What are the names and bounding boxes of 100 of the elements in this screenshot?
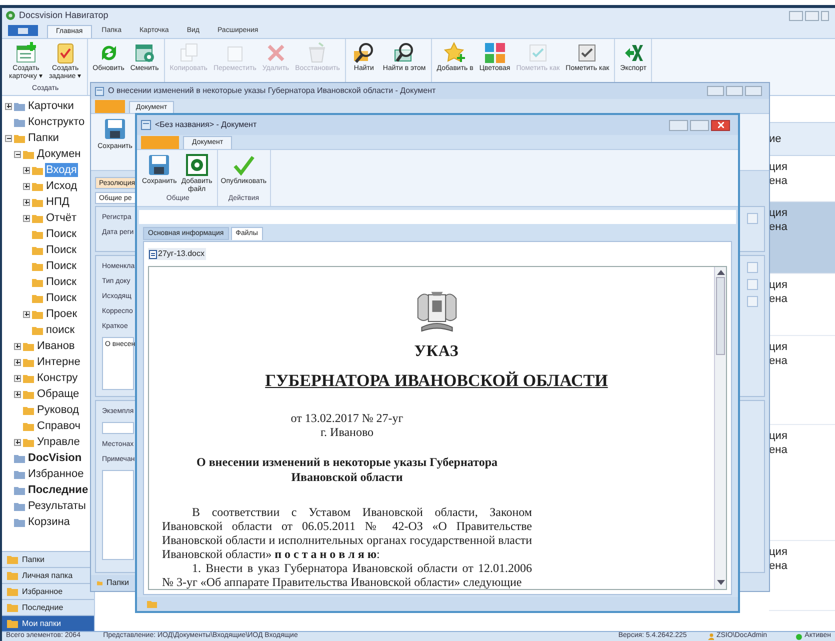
minimize-button[interactable]: [669, 120, 688, 130]
folder-icon: [32, 230, 43, 238]
folder-icon: [14, 454, 25, 462]
folder-icon: [23, 406, 34, 414]
list-cell-text: ена: [769, 292, 788, 306]
tree-item[interactable]: Докумен: [36, 147, 82, 161]
folder-icon: [32, 310, 43, 318]
folder-icon: [23, 342, 34, 350]
tree-item[interactable]: Поиск: [45, 227, 78, 241]
folders-pane[interactable]: Папки: [91, 575, 135, 591]
list-cell-text: ена: [769, 354, 788, 368]
folder-icon: [32, 198, 43, 206]
file-item[interactable]: 27уг-13.docx: [148, 248, 206, 260]
expander-button[interactable]: [23, 166, 30, 174]
expander-button[interactable]: [14, 358, 21, 366]
minimize-button[interactable]: [707, 86, 724, 96]
expander-button[interactable]: [14, 390, 21, 398]
scrollbar[interactable]: [714, 267, 726, 589]
list-cell-text: ция: [769, 160, 788, 174]
tree-item[interactable]: Констру: [36, 371, 79, 385]
column-header[interactable]: ие: [769, 122, 835, 156]
clear-button[interactable]: [747, 262, 758, 273]
tree-item[interactable]: Результаты: [27, 499, 87, 513]
folder-icon: [32, 246, 43, 254]
expander-button[interactable]: [5, 102, 12, 110]
clear-button[interactable]: [747, 296, 758, 307]
expander-button[interactable]: [14, 438, 21, 446]
tree-item[interactable]: Поиск: [45, 291, 78, 305]
tree-item[interactable]: Справоч: [36, 419, 82, 433]
folder-icon: [23, 150, 34, 158]
folder-icon: [14, 102, 25, 110]
document-icon: [141, 120, 151, 130]
tree-item[interactable]: Проек: [45, 307, 78, 321]
tree-item[interactable]: Поиск: [45, 275, 78, 289]
list-cell-text: ция: [769, 278, 788, 292]
nav-pane-button[interactable]: Последние: [2, 599, 94, 615]
folder-icon: [14, 134, 25, 142]
input-field[interactable]: [102, 422, 134, 434]
scroll-up-icon[interactable]: [716, 269, 724, 275]
list-cell-text: ция: [769, 340, 788, 354]
tree-item[interactable]: DocVision: [27, 451, 83, 465]
tree-item[interactable]: поиск: [45, 323, 76, 337]
tree-item[interactable]: Поиск: [45, 243, 78, 257]
folder-icon: [32, 262, 43, 270]
tree-item[interactable]: Интерне: [36, 355, 82, 369]
minimize-button[interactable]: [789, 10, 803, 20]
tree-item[interactable]: Иванов: [36, 339, 76, 353]
folder-icon: [14, 518, 25, 526]
expander-button[interactable]: [14, 342, 21, 350]
list-cell-text: ция: [769, 206, 788, 220]
tree-item[interactable]: Конструкто: [27, 115, 86, 129]
tree-item[interactable]: Последние: [27, 483, 90, 497]
expander-button[interactable]: [23, 182, 30, 190]
close-icon: [718, 122, 724, 128]
maximize-button[interactable]: [726, 86, 743, 96]
expander-button[interactable]: [23, 310, 30, 318]
tree-item[interactable]: Карточки: [27, 99, 75, 113]
column-header-text: ие: [769, 132, 782, 147]
folder-icon: [14, 486, 25, 494]
folder-icon: [7, 619, 18, 628]
clear-button[interactable]: [747, 213, 758, 224]
tree-item[interactable]: Папки: [27, 131, 60, 145]
tree-item[interactable]: Исход: [45, 179, 78, 193]
folder-icon: [32, 166, 43, 174]
search-icon: [352, 42, 375, 64]
expander-button[interactable]: [14, 374, 21, 382]
app-logo-icon: [6, 11, 15, 20]
folder-icon: [7, 555, 18, 564]
restore-button[interactable]: [805, 10, 819, 20]
document-paragraph: 1. Внести в указ Губернатора Ивановской области от 12.01.2006 № 3-уг «Об аппарате Правительства Ивановской области» следующие: [162, 561, 532, 589]
expander-button[interactable]: [23, 214, 30, 222]
scroll-thumb[interactable]: [716, 277, 725, 355]
clear-button[interactable]: [747, 279, 758, 290]
tree-item[interactable]: НПД: [45, 195, 70, 209]
nav-pane-button[interactable]: Избранное: [2, 583, 94, 599]
close-button[interactable]: [711, 120, 730, 130]
tree-item[interactable]: Избранное: [27, 467, 85, 481]
list-cell-text: ена: [769, 559, 788, 573]
app-menu-button[interactable]: [8, 25, 38, 36]
expander-button[interactable]: [5, 134, 12, 142]
tree-item[interactable]: Корзина: [27, 515, 71, 529]
expander-button[interactable]: [23, 198, 30, 206]
tree-item[interactable]: Поиск: [45, 259, 78, 273]
tree-item[interactable]: Руковод: [36, 403, 80, 417]
folder-icon: [7, 603, 18, 612]
expander-button[interactable]: [14, 150, 21, 158]
list-cell-text: ена: [769, 220, 788, 234]
nav-pane-button[interactable]: Мои папки: [2, 615, 94, 631]
folder-icon: [14, 502, 25, 510]
list-row[interactable]: ция ена: [769, 202, 835, 274]
window-title: О внесении изменений в некоторые указы Губернатора Ивановской области - Документ: [108, 85, 436, 97]
tree-item[interactable]: Отчёт: [45, 211, 78, 225]
tree-item[interactable]: Обраще: [36, 387, 80, 401]
text-area[interactable]: [102, 470, 134, 560]
scroll-down-icon[interactable]: [716, 580, 724, 586]
folder-icon[interactable]: [147, 600, 157, 608]
document-title: О внесении изменений в некоторые указы Губернатора Ивановской области: [195, 455, 498, 485]
folder-icon: [23, 358, 34, 366]
window-title: Docsvision Навигатор: [19, 8, 108, 22]
tree-item[interactable]: Управле: [36, 435, 81, 449]
